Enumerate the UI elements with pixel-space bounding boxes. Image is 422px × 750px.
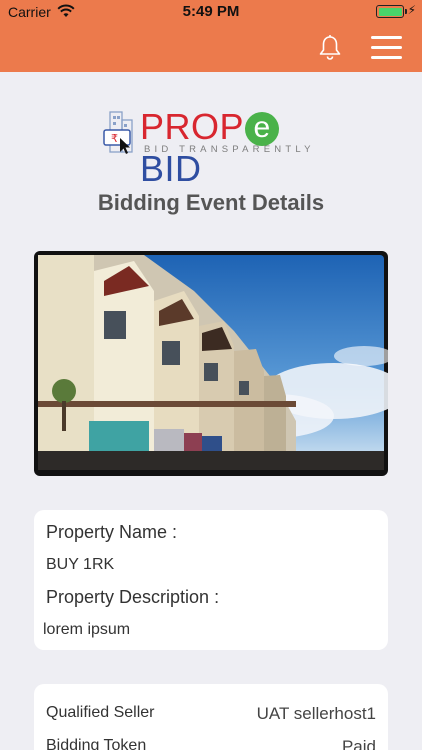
property-image-carousel[interactable] <box>34 251 388 476</box>
battery-icon <box>376 5 407 18</box>
bidding-details-card: Qualified Seller UAT sellerhost1 Bidding… <box>34 684 388 750</box>
detail-label: Qualified Seller <box>46 704 155 721</box>
detail-row: Bidding Token Paid <box>46 737 376 750</box>
building-logo-icon: ₹ <box>103 111 133 154</box>
detail-value: Paid <box>341 737 376 750</box>
bell-icon[interactable] <box>317 34 343 62</box>
hamburger-menu-icon[interactable] <box>371 36 402 60</box>
property-photo <box>38 255 388 470</box>
property-description-label: Property Description : <box>46 587 220 607</box>
charging-bolt-icon: ⚡ <box>407 3 416 17</box>
property-name-label: Property Name : <box>46 522 178 542</box>
property-description-value: lorem ipsum <box>43 621 131 638</box>
property-info-card: Property Name : BUY 1RK Property Descrip… <box>34 510 388 650</box>
logo-tagline: BID TRANSPARENTLY <box>144 144 315 155</box>
propebid-logo: ₹ PROP eBID BID TRANSPARENTLY <box>100 104 324 189</box>
svg-text:₹: ₹ <box>111 132 118 145</box>
page-title: Bidding Event Details <box>97 190 325 215</box>
status-bar: Carrier 5:49 PM ⚡ <box>0 0 422 24</box>
detail-row: Qualified Seller UAT sellerhost1 <box>46 704 376 723</box>
detail-label: Bidding Token <box>46 737 147 750</box>
property-name-value: BUY 1RK <box>46 556 115 573</box>
detail-value: UAT sellerhost1 <box>256 704 376 723</box>
status-time: 5:49 PM <box>182 3 240 20</box>
top-app-bar: Carrier 5:49 PM ⚡ <box>0 0 422 72</box>
